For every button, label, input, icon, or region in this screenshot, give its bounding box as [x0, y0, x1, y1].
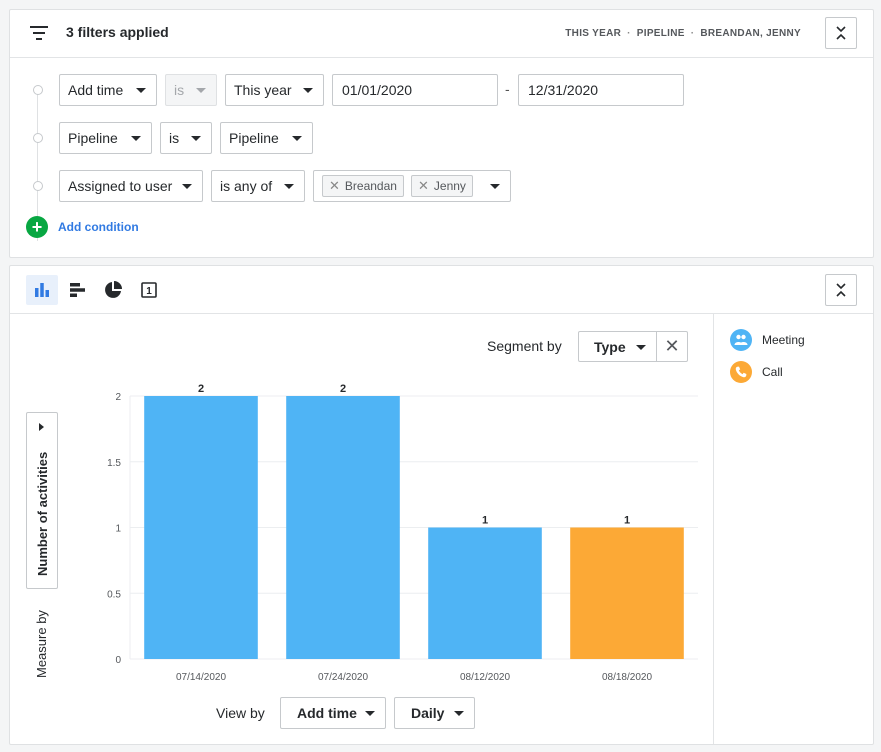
view-by-label: View by	[216, 705, 265, 721]
chevron-down-icon	[131, 136, 141, 141]
y-tick-label: 2	[115, 392, 121, 403]
summary-separator: ·	[690, 28, 695, 39]
remove-chip-icon[interactable]: ✕	[418, 178, 429, 194]
date-separator: -	[505, 81, 510, 97]
field-select[interactable]: Assigned to user	[59, 170, 203, 202]
legend-item-meeting[interactable]: Meeting	[730, 329, 805, 351]
summary-separator: ·	[627, 28, 631, 39]
activities-bar-chart: 0 0.5 1 1.5 2 2 2 1 1 07/14/2020 07/24/2020 08/12…	[107, 383, 698, 683]
chart-type-toolbar: 1	[10, 266, 873, 314]
segment-value[interactable]: Type	[579, 332, 657, 361]
x-tick-label: 07/14/2020	[176, 672, 226, 683]
y-tick-label: 0.5	[107, 589, 121, 600]
chevron-down-icon	[182, 184, 192, 189]
chevron-down-icon	[191, 136, 201, 141]
user-chip[interactable]: ✕ Breandan	[322, 175, 404, 197]
measure-select[interactable]: Number of activities	[26, 412, 58, 589]
collapse-icon	[836, 26, 846, 40]
filter-row-assigned-user: Assigned to user is any of ✕ Breandan ✕ Je…	[10, 170, 873, 202]
chart-legend: Meeting Call	[713, 314, 875, 744]
segment-by-select[interactable]: Type ✕	[578, 331, 688, 362]
operator-select[interactable]: is	[160, 122, 212, 154]
bar-call	[570, 527, 684, 659]
operator-select[interactable]: is	[165, 74, 217, 106]
filter-title: 3 filters applied	[66, 24, 169, 40]
summary-users: BREANDAN, JENNY	[700, 28, 801, 39]
add-condition-button[interactable]: + Add condition	[26, 216, 139, 238]
svg-text:1: 1	[146, 286, 152, 297]
measure-value: Number of activities	[35, 451, 50, 576]
legend-item-call[interactable]: Call	[730, 361, 783, 383]
segment-by-label: Segment by	[487, 338, 562, 354]
scorecard-button[interactable]: 1	[133, 275, 165, 305]
chevron-down-icon	[454, 711, 464, 716]
value-select[interactable]: Pipeline	[220, 122, 313, 154]
filter-row-add-time: Add time is This year 01/01/2020 - 12/31…	[10, 74, 873, 106]
bar-meeting	[428, 527, 542, 659]
date-from-input[interactable]: 01/01/2020	[332, 74, 498, 106]
clear-segment-icon[interactable]: ✕	[657, 332, 687, 361]
x-tick-label: 08/12/2020	[460, 672, 510, 683]
summary-pipeline: PIPELINE	[636, 28, 685, 39]
meeting-icon	[730, 329, 752, 351]
data-label: 1	[482, 515, 488, 527]
field-select[interactable]: Add time	[59, 74, 157, 106]
measure-by-label: Measure by	[34, 610, 49, 678]
user-chip[interactable]: ✕ Jenny	[411, 175, 473, 197]
pie-chart-icon	[105, 281, 122, 298]
bar-meeting	[144, 396, 258, 659]
chevron-down-icon	[292, 136, 302, 141]
data-label: 2	[340, 383, 346, 395]
bar-chart-button[interactable]	[26, 275, 58, 305]
collapse-filters-button[interactable]	[825, 17, 857, 49]
caret-right-icon	[39, 423, 44, 431]
x-tick-label: 08/18/2020	[602, 672, 652, 683]
scorecard-icon: 1	[141, 282, 157, 298]
horizontal-bar-button[interactable]	[61, 275, 93, 305]
filter-icon[interactable]	[30, 26, 48, 40]
filter-header: 3 filters applied THIS YEAR · PIPELINE ·…	[10, 10, 873, 58]
view-by-interval-select[interactable]: Daily	[394, 697, 475, 729]
operator-select[interactable]: is any of	[211, 170, 305, 202]
view-by-field-select[interactable]: Add time	[280, 697, 386, 729]
users-multiselect[interactable]: ✕ Breandan ✕ Jenny	[313, 170, 511, 202]
bar-meeting	[286, 396, 400, 659]
phone-icon	[730, 361, 752, 383]
horizontal-bar-icon	[70, 283, 85, 297]
plus-icon: +	[26, 216, 48, 238]
y-tick-label: 0	[115, 655, 121, 666]
chart-panel: 1 Segment by Type ✕ Number of activities…	[9, 265, 874, 745]
filter-panel: 3 filters applied THIS YEAR · PIPELINE ·…	[9, 9, 874, 258]
summary-period: THIS YEAR	[565, 28, 622, 39]
chevron-down-icon	[284, 184, 294, 189]
chevron-down-icon	[636, 345, 646, 350]
chevron-down-icon	[136, 88, 146, 93]
value-select[interactable]: This year	[225, 74, 324, 106]
data-label: 2	[198, 383, 204, 395]
chevron-down-icon	[303, 88, 313, 93]
bar-chart-icon	[35, 283, 49, 297]
data-label: 1	[624, 515, 630, 527]
filter-summary: THIS YEAR · PIPELINE · BREANDAN, JENNY	[565, 28, 801, 39]
y-tick-label: 1.5	[107, 458, 121, 469]
x-tick-label: 07/24/2020	[318, 672, 368, 683]
collapse-chart-button[interactable]	[825, 274, 857, 306]
field-select[interactable]: Pipeline	[59, 122, 152, 154]
condition-dot	[33, 133, 43, 143]
date-to-input[interactable]: 12/31/2020	[518, 74, 684, 106]
chevron-down-icon	[490, 184, 500, 189]
pie-chart-button[interactable]	[97, 275, 129, 305]
y-tick-label: 1	[115, 524, 121, 535]
remove-chip-icon[interactable]: ✕	[329, 178, 340, 194]
collapse-icon	[836, 283, 846, 297]
filter-row-pipeline: Pipeline is Pipeline	[10, 122, 873, 154]
chevron-down-icon	[196, 88, 206, 93]
chevron-down-icon	[365, 711, 375, 716]
condition-dot	[33, 181, 43, 191]
condition-dot	[33, 85, 43, 95]
